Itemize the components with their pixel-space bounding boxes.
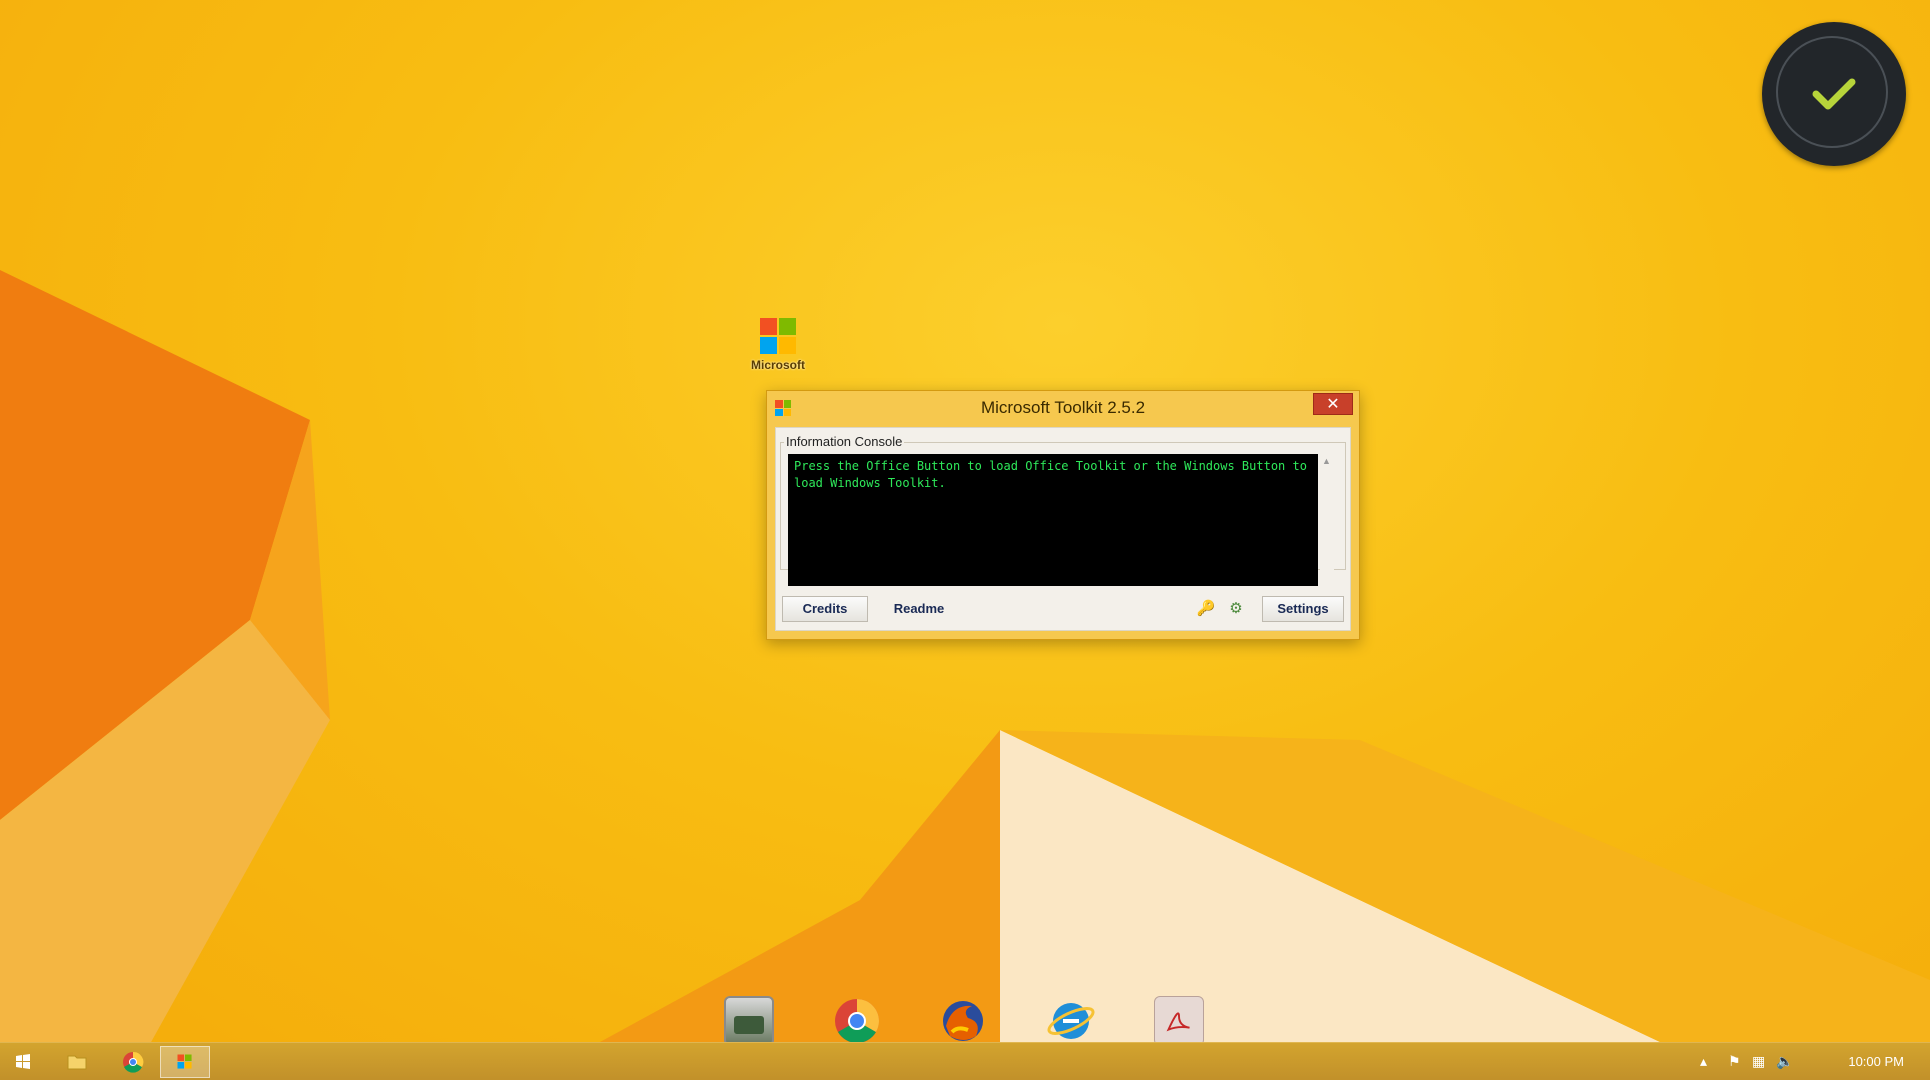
show-hidden-icons-chevron-icon[interactable]: ▴ (1700, 1053, 1707, 1070)
desktop-gadget[interactable] (1762, 22, 1906, 166)
window-title: Microsoft Toolkit 2.5.2 (980, 398, 1146, 417)
check-icon (1812, 78, 1856, 110)
desktop-icon-label: Microsoft (751, 358, 805, 372)
microsoft-logo-icon (177, 1054, 192, 1069)
console-text: Press the Office Button to load Office T… (794, 459, 1307, 490)
key-icon[interactable]: 🔑 (1194, 598, 1218, 620)
desktop-icon-microsoft-toolkit[interactable]: Microsoft (748, 318, 808, 372)
pdf-symbol-icon (1166, 1012, 1190, 1032)
desktop: Microsoft Microsoft Toolkit 2.5.2 ✕ Info… (0, 0, 1930, 1080)
chrome-icon[interactable] (832, 996, 882, 1046)
console-scrollbar[interactable]: ▲ (1320, 454, 1334, 586)
taskbar-clock[interactable]: 10:00 PM (1848, 1054, 1904, 1069)
window-titlebar[interactable]: Microsoft Toolkit 2.5.2 ✕ (767, 391, 1359, 425)
information-console[interactable]: Press the Office Button to load Office T… (788, 454, 1318, 586)
folder-icon (67, 1055, 87, 1070)
pdf-icon[interactable] (1154, 996, 1204, 1046)
volume-icon[interactable]: 🔈 (1776, 1053, 1793, 1070)
windows-logo-icon (16, 1054, 30, 1069)
chrome-taskbar-button[interactable] (108, 1046, 158, 1078)
start-button[interactable] (6, 1046, 40, 1078)
firefox-icon[interactable] (938, 996, 988, 1046)
file-explorer-taskbar-button[interactable] (52, 1046, 102, 1078)
app-icon[interactable] (724, 996, 774, 1046)
credits-button[interactable]: Credits (782, 596, 868, 622)
settings-button[interactable]: Settings (1262, 596, 1344, 622)
action-center-flag-icon[interactable]: ⚑ (1728, 1053, 1741, 1070)
close-button[interactable]: ✕ (1313, 393, 1353, 415)
microsoft-toolkit-taskbar-button[interactable] (160, 1046, 210, 1078)
button-bar: Credits Readme 🔑 ⚙ Settings (778, 594, 1348, 626)
wallpaper-shape-center-dark (600, 730, 1000, 1042)
taskbar: ▴ ⚑ ▦ 🔈 10:00 PM (0, 1042, 1930, 1080)
chrome-icon (123, 1051, 144, 1073)
system-tray: ▴ ⚑ ▦ 🔈 10:00 PM (1700, 1043, 1930, 1080)
network-icon[interactable]: ▦ (1752, 1053, 1765, 1070)
window-client-area: Information Console Press the Office But… (775, 427, 1351, 631)
gear-icon[interactable]: ⚙ (1224, 598, 1248, 620)
console-label: Information Console (784, 434, 905, 449)
app-icon-tray (734, 1016, 764, 1034)
scroll-up-arrow-icon[interactable]: ▲ (1322, 456, 1331, 466)
microsoft-toolkit-window[interactable]: Microsoft Toolkit 2.5.2 ✕ Information Co… (766, 390, 1360, 640)
microsoft-logo-icon (760, 318, 796, 354)
internet-explorer-icon[interactable] (1046, 996, 1096, 1046)
readme-button[interactable]: Readme (874, 596, 964, 622)
